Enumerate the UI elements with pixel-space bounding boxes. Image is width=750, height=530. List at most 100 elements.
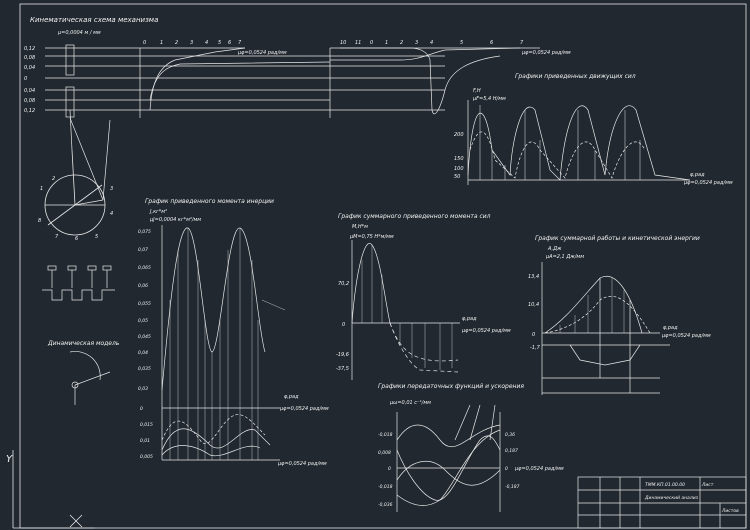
svg-text:1: 1: [40, 186, 43, 192]
scale-phi-J2: μφ=0,0524 рад/мм: [277, 461, 327, 467]
svg-text:0: 0: [342, 322, 345, 328]
crank-labels: 1 2 3 4 5 6 7 8: [38, 176, 113, 242]
svg-text:-0,036: -0,036: [378, 502, 393, 508]
scale-phi-force: μφ=0,0524 рад/мм: [683, 180, 733, 186]
axis-phi-A: φ,рад: [663, 325, 678, 331]
svg-text:0,187: 0,187: [505, 448, 518, 454]
mechanism-sketch: [42, 265, 115, 301]
svg-text:5: 5: [95, 234, 98, 240]
top-axis-ticks-left: 0 1 2 3 4 5 6 7: [143, 40, 242, 46]
svg-text:0,08: 0,08: [24, 55, 35, 61]
svg-text:0,04: 0,04: [24, 88, 35, 94]
crank-circle: [44, 149, 106, 236]
label-A: A,Дж: [547, 246, 562, 252]
svg-text:5: 5: [460, 40, 463, 46]
svg-text:-1,7: -1,7: [530, 345, 541, 351]
svg-text:13,4: 13,4: [528, 274, 539, 280]
svg-text:200: 200: [454, 132, 464, 138]
svg-text:-37,5: -37,5: [336, 366, 349, 372]
svg-text:10: 10: [340, 40, 346, 46]
svg-text:6: 6: [490, 40, 493, 46]
svg-text:7: 7: [238, 40, 242, 46]
title-dynamic-model: Динамическая модель: [47, 340, 120, 347]
title-block-code: ТММ.КП.01.00.00: [645, 482, 685, 488]
svg-text:0: 0: [388, 466, 391, 472]
svg-text:0,07: 0,07: [138, 247, 148, 253]
scale-phi-A: μφ=0,0524 рад/мм: [661, 333, 711, 339]
dynamic-model-drawing: [69, 351, 111, 405]
title-J-graph: График приведенного момента инерции: [145, 198, 274, 205]
axis-phi-J: φ,рад: [284, 394, 299, 400]
svg-text:6: 6: [228, 40, 231, 46]
svg-text:0: 0: [24, 76, 27, 82]
scale-phi-analog: μφ=0,0524 рад/мм: [514, 466, 564, 472]
svg-text:0,03: 0,03: [138, 386, 148, 392]
svg-text:50: 50: [454, 174, 460, 180]
scale-kinematic: μ=0,0004 м / мм: [57, 30, 101, 36]
label-M: M,Н*м: [352, 224, 368, 230]
svg-text:0: 0: [143, 40, 146, 46]
drawing-frame: [19, 3, 747, 529]
svg-text:1: 1: [160, 40, 163, 46]
svg-text:0: 0: [370, 40, 373, 46]
svg-text:0: 0: [505, 466, 508, 472]
svg-text:0,055: 0,055: [138, 301, 151, 307]
svg-text:8: 8: [38, 218, 41, 224]
svg-text:0,045: 0,045: [138, 334, 151, 340]
svg-text:0,008: 0,008: [378, 450, 391, 456]
title-block-sheet: Лист: [701, 482, 714, 488]
svg-text:0: 0: [532, 332, 535, 338]
force-graph-plot: [467, 100, 691, 185]
svg-text:3: 3: [415, 40, 418, 46]
title-force-graph: Графики приведенных движущих сил: [515, 73, 636, 80]
svg-text:0,065: 0,065: [138, 265, 151, 271]
svg-text:2: 2: [400, 40, 403, 46]
J-graph-plot: [161, 225, 286, 461]
scale-M: μM=0,75 Н*м/мм: [349, 234, 394, 240]
label-J: J,кг*м²: [149, 209, 167, 215]
svg-text:0,035: 0,035: [138, 366, 151, 372]
svg-text:-19,6: -19,6: [336, 352, 349, 358]
piston-diagram-lines: [45, 44, 140, 201]
title-block-sheets: Листов: [721, 508, 739, 514]
scale-phi-J: μφ=0,0524 рад/мм: [279, 406, 329, 412]
scale-J: μJ=0,0004 кг*м²/мм: [149, 217, 201, 223]
svg-text:4: 4: [430, 40, 433, 46]
scale-phi-top-right: μφ=0,0524 рад/мм: [521, 50, 571, 56]
svg-text:0,015: 0,015: [140, 422, 153, 428]
svg-text:5: 5: [218, 40, 221, 46]
svg-text:-0,018: -0,018: [378, 432, 393, 438]
svg-text:0: 0: [140, 406, 143, 412]
svg-text:100: 100: [454, 166, 464, 172]
top-axis-ticks-right: 10 11 0 1 2 3 4 5 6 7: [340, 40, 524, 46]
title-work: График суммарной работы и кинетической э…: [535, 235, 700, 242]
svg-text:0,06: 0,06: [138, 283, 148, 289]
title-analog: Графики передаточных функций и ускорения: [378, 383, 524, 390]
svg-text:4: 4: [205, 40, 208, 46]
axis-phi-force: φ,рад: [690, 172, 705, 178]
svg-text:0,005: 0,005: [140, 454, 153, 460]
svg-text:1: 1: [385, 40, 388, 46]
svg-text:150: 150: [454, 156, 464, 162]
scale-phi-M: μφ=0,0524 рад/мм: [461, 328, 511, 334]
J-ticks: 0,075 0,07 0,065 0,06 0,055 0,05 0,045 0…: [138, 229, 153, 460]
A-ticks: 13,4 10,4 0 -1,7: [528, 274, 541, 351]
work-graph-plot: [541, 262, 670, 395]
ucs-icon: [12, 450, 95, 529]
title-block-name: Динамический анализ: [644, 495, 699, 501]
scale-phi-top: μφ=0,0524 рад/мм: [237, 50, 287, 56]
svg-text:0,04: 0,04: [24, 65, 35, 71]
scale-F: μF=5,4 Н/мм: [472, 96, 506, 102]
engineering-drawing-sheet: Кинематическая схема механизма μ=0,0004 …: [6, 3, 747, 529]
force-ticks: 200 150 100 50: [454, 132, 464, 180]
M-ticks: 70,2 0 -19,6 -37,5: [336, 281, 349, 372]
svg-text:-0,187: -0,187: [505, 484, 520, 490]
left-ticks: 0,12 0,08 0,04 0 0,04 0,08 0,12: [24, 46, 35, 114]
svg-text:0,12: 0,12: [24, 46, 35, 52]
svg-text:0,36: 0,36: [505, 432, 515, 438]
svg-text:3: 3: [190, 40, 193, 46]
y-axis-mark: Y: [6, 454, 13, 465]
svg-text:4: 4: [110, 211, 113, 217]
axis-phi-M: φ,рад: [462, 316, 477, 322]
svg-text:0,075: 0,075: [138, 229, 151, 235]
